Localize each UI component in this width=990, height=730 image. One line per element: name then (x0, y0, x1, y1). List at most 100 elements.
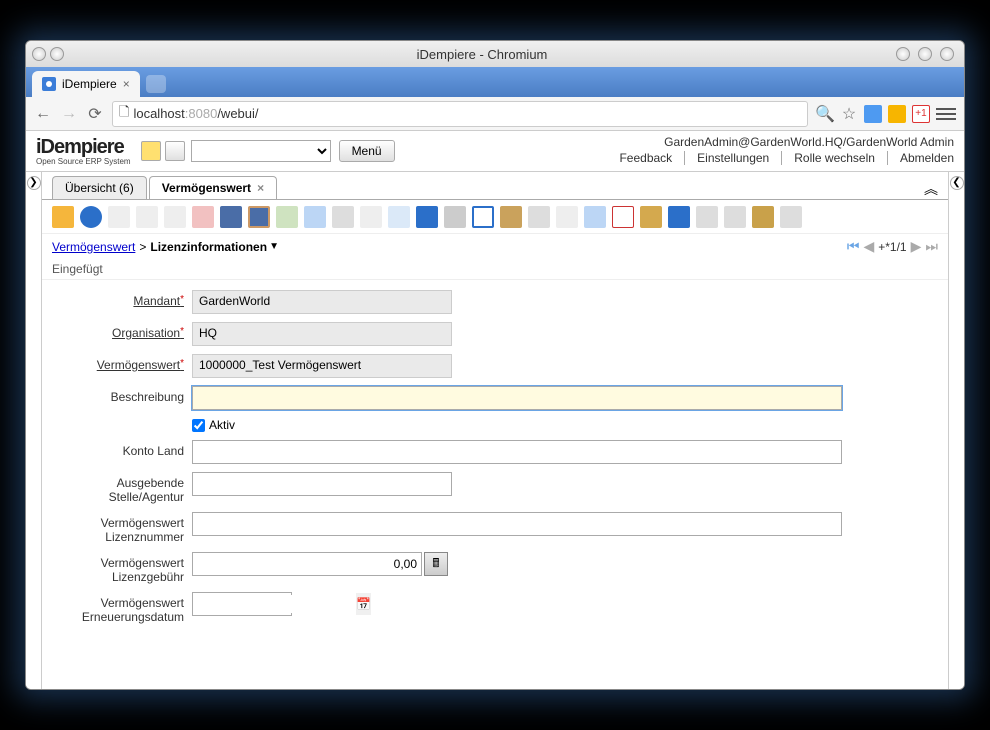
url-host: localhost (133, 106, 184, 121)
app-content: iDempiere Open Source ERP System Menü Ga… (26, 131, 964, 689)
tab-asset[interactable]: Vermögenswert× (149, 176, 277, 199)
role-switch-link[interactable]: Rolle wechseln (794, 151, 888, 165)
field-licno[interactable] (192, 512, 842, 536)
expand-right-sidebar-icon[interactable]: ❮ (950, 176, 964, 190)
find-icon[interactable] (304, 206, 326, 228)
refresh-icon[interactable] (276, 206, 298, 228)
label-renew: Vermögenswert Erneuerungsdatum (52, 592, 192, 624)
child-down-icon[interactable] (444, 206, 466, 228)
zoom-icon[interactable]: 🔍 (816, 105, 834, 123)
delete-icon[interactable] (192, 206, 214, 228)
field-licfee[interactable] (192, 552, 422, 576)
help-icon[interactable] (80, 206, 102, 228)
breadcrumb-root-link[interactable]: Vermögenswert (52, 240, 135, 254)
field-agency[interactable] (192, 472, 452, 496)
gplus-ext-icon[interactable]: +1 (912, 105, 930, 123)
breadcrumb: Vermögenswert > Lizenzinformationen ▼ ⏮ … (42, 234, 948, 259)
titlebar: iDempiere - Chromium (26, 41, 964, 67)
copy-icon[interactable] (136, 206, 158, 228)
new-icon[interactable] (108, 206, 130, 228)
import-icon[interactable] (780, 206, 802, 228)
next-record-icon[interactable]: ▶ (911, 238, 922, 255)
logout-link[interactable]: Abmelden (900, 151, 954, 165)
device-ext-icon[interactable] (888, 105, 906, 123)
settings-link[interactable]: Einstellungen (697, 151, 782, 165)
close-window-icon[interactable] (940, 47, 954, 61)
right-sidebar-collapsed: ❮ (948, 172, 964, 689)
active-workflow-icon[interactable] (612, 206, 634, 228)
window-pin-icon[interactable] (50, 47, 64, 61)
attachment-icon[interactable] (332, 206, 354, 228)
chat-icon[interactable] (360, 206, 382, 228)
print-icon[interactable] (528, 206, 550, 228)
breadcrumb-dropdown-icon[interactable]: ▼ (269, 241, 279, 252)
left-sidebar-collapsed: ❯ (26, 172, 42, 689)
prev-record-icon[interactable]: ◀ (863, 238, 874, 255)
window-menu-icon[interactable] (32, 47, 46, 61)
url-input[interactable]: 🗋 localhost:8080/webui/ (112, 101, 808, 127)
bookmark-star-icon[interactable]: ☆ (840, 105, 858, 123)
chrome-menu-button[interactable] (936, 104, 956, 124)
new-tab-button[interactable] (146, 75, 166, 93)
close-tab-icon[interactable]: × (123, 77, 130, 91)
form-body: Mandant GardenWorld Organisation HQ Verm… (42, 280, 948, 689)
parent-up-icon[interactable] (416, 206, 438, 228)
expand-left-sidebar-icon[interactable]: ❯ (27, 176, 41, 190)
label-org[interactable]: Organisation (52, 322, 192, 340)
grid-toggle-icon[interactable] (388, 206, 410, 228)
save-icon[interactable] (220, 206, 242, 228)
open-window-button[interactable] (165, 141, 185, 161)
label-agency: Ausgebende Stelle/Agentur (52, 472, 192, 504)
reload-button[interactable]: ⟳ (86, 105, 104, 123)
collapse-panel-icon[interactable]: ︽ (924, 179, 938, 199)
quick-search-combo[interactable] (191, 140, 331, 162)
app-logo: iDempiere (36, 136, 124, 158)
request-icon[interactable] (640, 206, 662, 228)
close-tab-asset-icon[interactable]: × (257, 181, 264, 195)
first-record-icon[interactable]: ⏮ (847, 238, 860, 255)
checkbox-active[interactable] (192, 419, 205, 432)
field-description[interactable] (192, 386, 842, 410)
translate-ext-icon[interactable] (864, 105, 882, 123)
app-header: iDempiere Open Source ERP System Menü Ga… (26, 131, 964, 172)
process-icon[interactable] (696, 206, 718, 228)
menu-button[interactable]: Menü (339, 140, 395, 162)
app-logo-subtitle: Open Source ERP System (36, 157, 131, 166)
field-renew[interactable] (193, 595, 356, 613)
browser-tab-title: iDempiere (62, 77, 117, 91)
back-button[interactable]: ← (34, 105, 52, 123)
browser-tabstrip: iDempiere × (26, 67, 964, 97)
lock-open-icon[interactable] (556, 206, 578, 228)
edit-icon[interactable] (164, 206, 186, 228)
browser-window: iDempiere - Chromium iDempiere × ← → ⟳ 🗋… (25, 40, 965, 690)
record-toolbar (42, 200, 948, 234)
product-info-icon[interactable] (668, 206, 690, 228)
report-icon[interactable] (472, 206, 494, 228)
export-icon[interactable] (752, 206, 774, 228)
save-new-icon[interactable] (248, 206, 270, 228)
browser-tab[interactable]: iDempiere × (32, 71, 140, 97)
minimize-icon[interactable] (896, 47, 910, 61)
archive-icon[interactable] (500, 206, 522, 228)
customize-icon[interactable] (724, 206, 746, 228)
feedback-link[interactable]: Feedback (619, 151, 685, 165)
label-client[interactable]: Mandant (52, 290, 192, 308)
url-port: :8080 (185, 106, 218, 121)
user-context: GardenAdmin@GardenWorld.HQ/GardenWorld A… (619, 135, 954, 149)
label-asset[interactable]: Vermögenswert (52, 354, 192, 372)
tab-overview[interactable]: Übersicht (6) (52, 176, 147, 199)
last-record-icon[interactable]: ⏭ (925, 238, 938, 255)
checkbox-active-label[interactable]: Aktiv (192, 418, 898, 432)
forward-button[interactable]: → (60, 105, 78, 123)
field-country[interactable] (192, 440, 842, 464)
zoom-across-icon[interactable] (584, 206, 606, 228)
label-licfee: Vermögenswert Lizenzgebühr (52, 552, 192, 584)
status-message: Eingefügt (42, 259, 948, 280)
new-note-button[interactable] (141, 141, 161, 161)
calculator-icon[interactable]: 🖩 (424, 552, 448, 576)
calendar-icon[interactable]: 📅 (356, 593, 371, 615)
label-country: Konto Land (52, 440, 192, 458)
maximize-icon[interactable] (918, 47, 932, 61)
field-client: GardenWorld (192, 290, 452, 314)
undo-icon[interactable] (52, 206, 74, 228)
